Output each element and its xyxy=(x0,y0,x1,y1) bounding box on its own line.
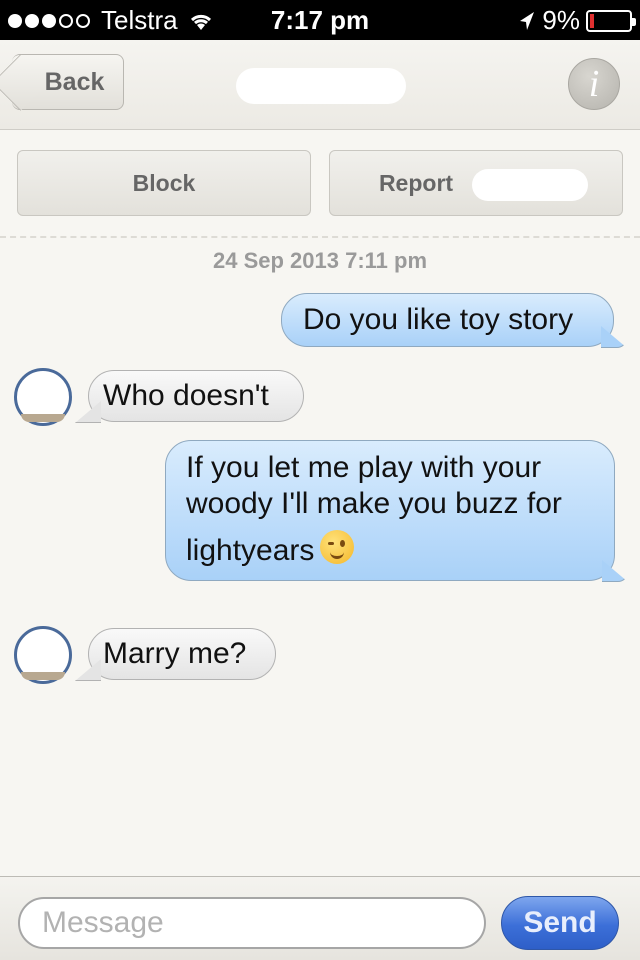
block-button-label: Block xyxy=(132,169,196,196)
incoming-message-bubble[interactable]: Marry me? xyxy=(75,628,276,681)
message-composer: Send xyxy=(0,876,640,960)
back-button[interactable]: Back xyxy=(12,54,124,110)
contact-avatar[interactable] xyxy=(14,368,72,426)
divider xyxy=(0,236,640,238)
conversation-timestamp: 24 Sep 2013 7:11 pm xyxy=(212,248,428,273)
report-button[interactable]: Report xyxy=(329,150,623,216)
message-text-line: lightyears xyxy=(186,530,614,569)
message-text-line: woody I'll make you buzz for xyxy=(186,487,562,520)
incoming-message-bubble[interactable]: Who doesn't xyxy=(75,370,304,423)
status-bar: Telstra 7:17 pm 9% xyxy=(0,0,640,40)
message-text-line: If you let me play with your xyxy=(186,451,542,484)
navigation-bar: Back i xyxy=(0,40,640,130)
location-arrow-icon xyxy=(520,11,535,30)
block-button[interactable]: Block xyxy=(17,150,311,216)
battery-icon xyxy=(586,9,636,32)
redacted-contact-name xyxy=(236,68,406,104)
back-button-label: Back xyxy=(44,67,105,96)
message-input[interactable] xyxy=(18,897,486,949)
redacted-report-name xyxy=(472,169,588,201)
info-icon: i xyxy=(588,63,600,105)
message-text: Do you like toy story xyxy=(303,303,574,336)
winking-face-icon xyxy=(320,530,355,564)
report-button-label: Report xyxy=(378,169,454,196)
battery-percentage: 9% xyxy=(542,5,580,35)
message-text: Who doesn't xyxy=(103,379,269,412)
send-button[interactable]: Send xyxy=(501,896,619,950)
info-button[interactable]: i xyxy=(568,58,620,110)
status-right: 9% xyxy=(516,5,636,36)
message-text: Marry me? xyxy=(103,637,247,670)
contact-avatar[interactable] xyxy=(14,626,72,684)
outgoing-message-bubble[interactable]: If you let me play with your woody I'll … xyxy=(165,440,628,582)
send-button-label: Send xyxy=(523,906,597,939)
outgoing-message-bubble[interactable]: Do you like toy story xyxy=(281,293,627,348)
